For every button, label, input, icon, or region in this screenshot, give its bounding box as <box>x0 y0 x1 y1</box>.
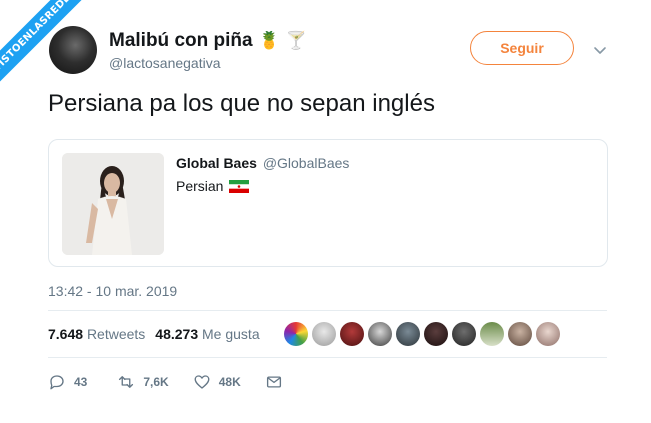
tweet-timestamp[interactable]: 13:42 - 10 mar. 2019 <box>48 283 177 299</box>
quoted-tweet-text: Persian <box>176 178 250 194</box>
quoted-author-name: Global Baes <box>176 155 257 171</box>
quoted-author[interactable]: Global Baes @GlobalBaes <box>176 155 349 171</box>
liker-avatar[interactable] <box>368 322 392 346</box>
like-count: 48K <box>218 375 241 389</box>
iran-flag-icon <box>229 179 250 193</box>
retweets-stat[interactable]: 7.648 Retweets <box>48 326 145 342</box>
quoted-tweet[interactable]: Global Baes @GlobalBaes Persian <box>48 139 608 267</box>
display-name[interactable]: Malibú con piña 🍍 🍸 <box>109 30 307 52</box>
quoted-text: Persian <box>176 178 224 194</box>
direct-message-button[interactable] <box>265 373 283 391</box>
follow-button[interactable]: Seguir <box>470 31 574 65</box>
liker-avatar[interactable] <box>452 322 476 346</box>
quoted-tweet-image[interactable] <box>62 153 164 255</box>
engagement-stats: 7.648 Retweets 48.273 Me gusta <box>48 326 260 342</box>
chevron-down-icon[interactable] <box>592 42 608 58</box>
retweet-button[interactable]: 7,6K <box>117 373 169 391</box>
retweet-count: 7,6K <box>143 375 169 389</box>
likes-count: 48.273 <box>155 326 199 342</box>
pineapple-emoji: 🍍 <box>258 31 280 50</box>
liker-avatars <box>284 322 560 346</box>
reply-count: 43 <box>74 375 88 389</box>
mail-icon <box>266 376 281 388</box>
liker-avatar[interactable] <box>536 322 560 346</box>
likes-label: Me gusta <box>202 326 260 342</box>
liker-avatar[interactable] <box>396 322 420 346</box>
liker-avatar[interactable] <box>312 322 336 346</box>
user-handle[interactable]: @lactosanegativa <box>109 55 221 71</box>
avatar[interactable] <box>49 26 97 74</box>
retweets-count: 7.648 <box>48 326 84 342</box>
liker-avatar[interactable] <box>424 322 448 346</box>
liker-avatar[interactable] <box>284 322 308 346</box>
display-name-text: Malibú con piña <box>109 30 253 51</box>
liker-avatar[interactable] <box>508 322 532 346</box>
retweets-label: Retweets <box>86 326 146 342</box>
tweet-actions: 43 7,6K 48K <box>48 373 307 391</box>
cocktail-emoji: 🍸 <box>285 31 307 50</box>
divider <box>48 310 607 311</box>
liker-avatar[interactable] <box>340 322 364 346</box>
reply-button[interactable]: 43 <box>48 373 87 391</box>
quoted-author-handle: @GlobalBaes <box>262 155 350 171</box>
heart-icon <box>194 375 210 389</box>
tweet-text: Persiana pa los que no sepan inglés <box>48 90 435 117</box>
like-button[interactable]: 48K <box>193 373 241 391</box>
liker-avatar[interactable] <box>480 322 504 346</box>
reply-icon <box>50 375 64 390</box>
likes-stat[interactable]: 48.273 Me gusta <box>155 326 259 342</box>
retweet-icon <box>119 376 134 388</box>
divider <box>48 357 607 358</box>
